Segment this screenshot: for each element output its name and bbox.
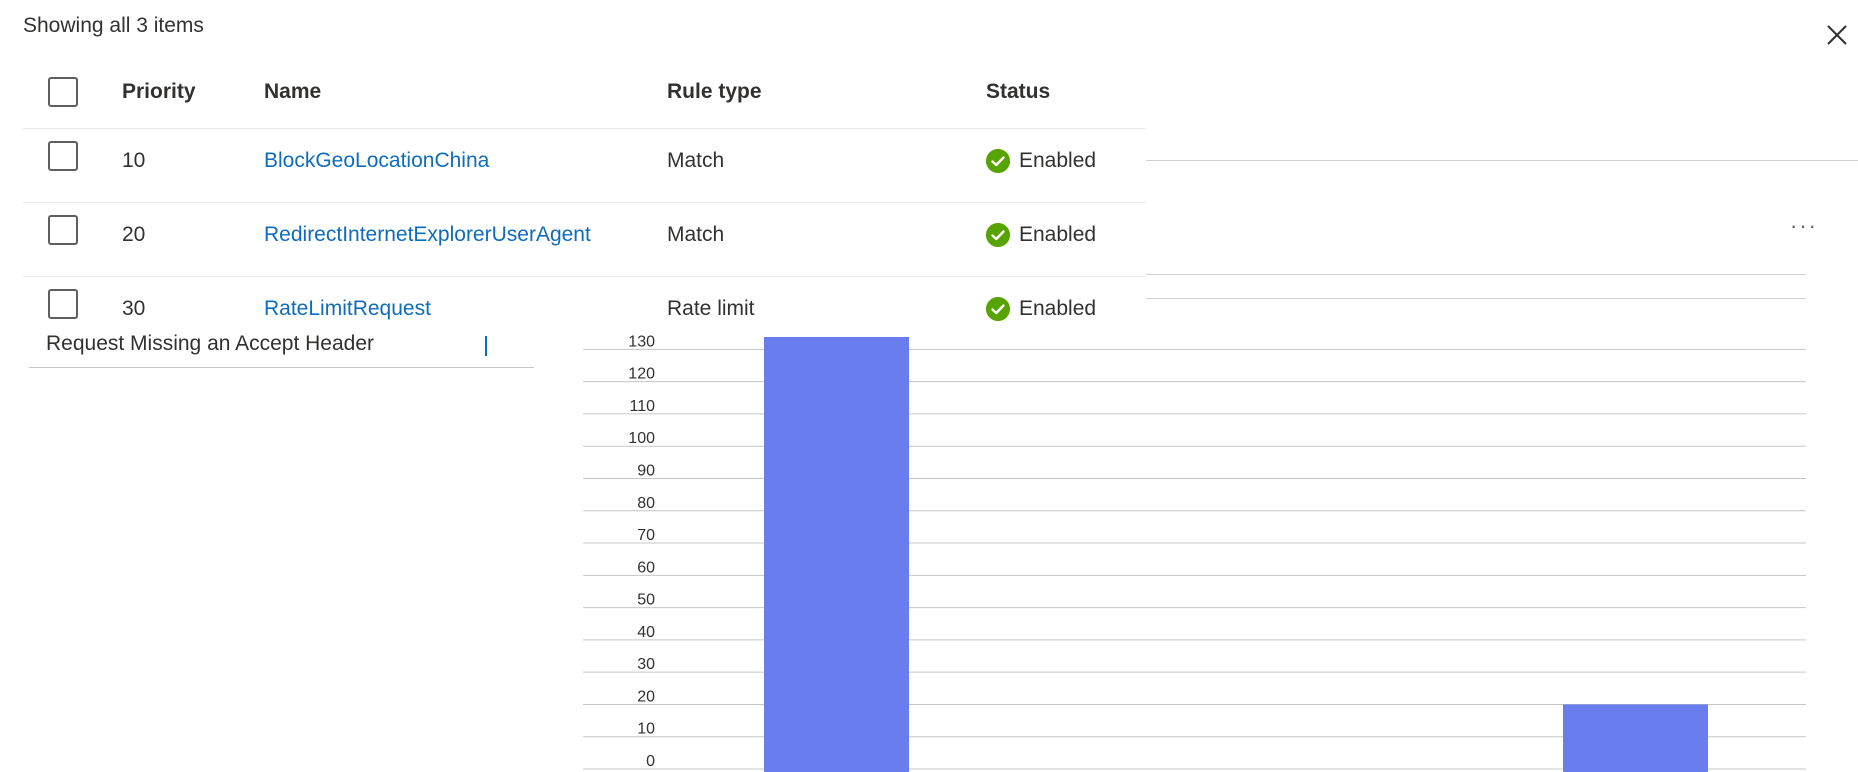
y-tick-label: 20 xyxy=(637,688,655,705)
chart-bar[interactable] xyxy=(764,337,909,772)
y-tick-label: 120 xyxy=(628,366,655,383)
y-tick-label: 80 xyxy=(637,495,655,512)
y-tick-label: 0 xyxy=(646,753,655,770)
y-tick-label: 90 xyxy=(637,462,655,479)
y-tick-label: 110 xyxy=(629,398,655,415)
bar-chart: 0 10 20 30 40 50 60 70 80 90 100 110 120 130 xyxy=(583,333,1806,772)
y-tick-label: 30 xyxy=(637,656,655,673)
y-tick-label: 50 xyxy=(637,592,655,609)
chart-bar[interactable] xyxy=(1563,704,1708,772)
y-tick-label: 10 xyxy=(637,721,655,738)
y-tick-label: 70 xyxy=(637,527,655,544)
y-tick-label: 100 xyxy=(628,430,655,447)
y-tick-label: 60 xyxy=(637,559,655,576)
y-tick-label: 40 xyxy=(637,624,655,641)
y-tick-label: 130 xyxy=(628,333,655,350)
